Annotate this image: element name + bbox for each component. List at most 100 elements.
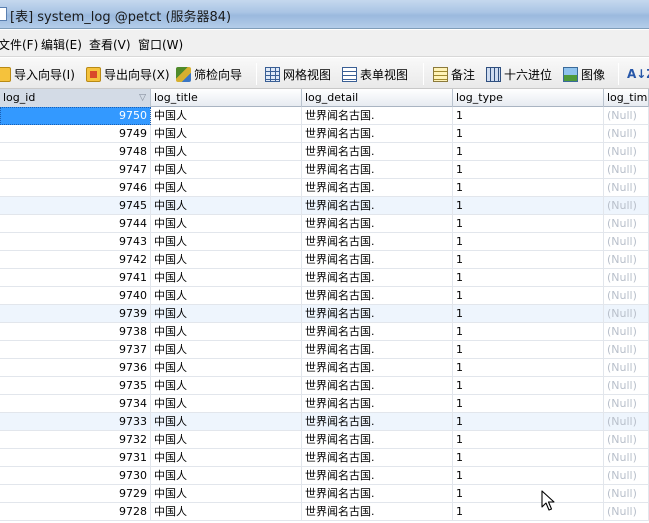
cell-log-title[interactable]: 中国人 [151, 233, 302, 251]
cell-log-type[interactable]: 1 [453, 431, 604, 449]
cell-log-title[interactable]: 中国人 [151, 377, 302, 395]
cell-log-title[interactable]: 中国人 [151, 179, 302, 197]
table-row[interactable]: 9741 中国人 世界闻名古国. 1 (Null) [0, 269, 649, 287]
table-row[interactable]: 9736 中国人 世界闻名古国. 1 (Null) [0, 359, 649, 377]
cell-log-time[interactable]: (Null) [604, 143, 649, 161]
cell-log-id[interactable]: 9731 [0, 449, 151, 467]
cell-log-time[interactable]: (Null) [604, 449, 649, 467]
cell-log-type[interactable]: 1 [453, 143, 604, 161]
table-row[interactable]: 9735 中国人 世界闻名古国. 1 (Null) [0, 377, 649, 395]
cell-log-detail[interactable]: 世界闻名古国. [302, 287, 453, 305]
cell-log-id[interactable]: 9732 [0, 431, 151, 449]
cell-log-time[interactable]: (Null) [604, 269, 649, 287]
cell-log-id[interactable]: 9730 [0, 467, 151, 485]
cell-log-id[interactable]: 9743 [0, 233, 151, 251]
cell-log-detail[interactable]: 世界闻名古国. [302, 323, 453, 341]
cell-log-time[interactable]: (Null) [604, 377, 649, 395]
cell-log-type[interactable]: 1 [453, 395, 604, 413]
cell-log-title[interactable]: 中国人 [151, 125, 302, 143]
table-row[interactable]: 9730 中国人 世界闻名古国. 1 (Null) [0, 467, 649, 485]
cell-log-title[interactable]: 中国人 [151, 287, 302, 305]
cell-log-type[interactable]: 1 [453, 305, 604, 323]
cell-log-id[interactable]: 9736 [0, 359, 151, 377]
cell-log-type[interactable]: 1 [453, 233, 604, 251]
table-row[interactable]: 9746 中国人 世界闻名古国. 1 (Null) [0, 179, 649, 197]
cell-log-time[interactable]: (Null) [604, 395, 649, 413]
image-button[interactable]: 图像 [563, 64, 605, 84]
import-wizard-button[interactable]: 导入向导(I) [0, 64, 75, 84]
cell-log-type[interactable]: 1 [453, 503, 604, 521]
cell-log-id[interactable]: 9737 [0, 341, 151, 359]
cell-log-title[interactable]: 中国人 [151, 449, 302, 467]
cell-log-title[interactable]: 中国人 [151, 395, 302, 413]
cell-log-id[interactable]: 9750 [0, 107, 151, 125]
sort-button[interactable]: A↓Z [627, 64, 649, 84]
cell-log-detail[interactable]: 世界闻名古国. [302, 431, 453, 449]
form-view-button[interactable]: 表单视图 [342, 64, 408, 84]
cell-log-title[interactable]: 中国人 [151, 359, 302, 377]
cell-log-type[interactable]: 1 [453, 341, 604, 359]
menu-file[interactable]: 文件(F) [0, 36, 38, 53]
cell-log-id[interactable]: 9735 [0, 377, 151, 395]
cell-log-id[interactable]: 9748 [0, 143, 151, 161]
table-row[interactable]: 9748 中国人 世界闻名古国. 1 (Null) [0, 143, 649, 161]
table-row[interactable]: 9740 中国人 世界闻名古国. 1 (Null) [0, 287, 649, 305]
cell-log-detail[interactable]: 世界闻名古国. [302, 251, 453, 269]
cell-log-time[interactable]: (Null) [604, 107, 649, 125]
cell-log-time[interactable]: (Null) [604, 467, 649, 485]
table-row[interactable]: 9739 中国人 世界闻名古国. 1 (Null) [0, 305, 649, 323]
column-header-log-type[interactable]: log_type [453, 89, 604, 107]
table-row[interactable]: 9733 中国人 世界闻名古国. 1 (Null) [0, 413, 649, 431]
menu-window[interactable]: 窗口(W) [138, 36, 183, 53]
cell-log-type[interactable]: 1 [453, 485, 604, 503]
cell-log-id[interactable]: 9729 [0, 485, 151, 503]
cell-log-title[interactable]: 中国人 [151, 215, 302, 233]
cell-log-type[interactable]: 1 [453, 215, 604, 233]
cell-log-title[interactable]: 中国人 [151, 251, 302, 269]
cell-log-type[interactable]: 1 [453, 449, 604, 467]
cell-log-detail[interactable]: 世界闻名古国. [302, 359, 453, 377]
cell-log-detail[interactable]: 世界闻名古国. [302, 215, 453, 233]
cell-log-detail[interactable]: 世界闻名古国. [302, 143, 453, 161]
cell-log-type[interactable]: 1 [453, 179, 604, 197]
cell-log-time[interactable]: (Null) [604, 323, 649, 341]
cell-log-time[interactable]: (Null) [604, 233, 649, 251]
cell-log-title[interactable]: 中国人 [151, 503, 302, 521]
cell-log-title[interactable]: 中国人 [151, 413, 302, 431]
cell-log-type[interactable]: 1 [453, 107, 604, 125]
cell-log-time[interactable]: (Null) [604, 341, 649, 359]
cell-log-detail[interactable]: 世界闻名古国. [302, 377, 453, 395]
grid-view-button[interactable]: 网格视图 [265, 64, 331, 84]
cell-log-id[interactable]: 9749 [0, 125, 151, 143]
cell-log-id[interactable]: 9739 [0, 305, 151, 323]
cell-log-time[interactable]: (Null) [604, 287, 649, 305]
cell-log-time[interactable]: (Null) [604, 485, 649, 503]
cell-log-detail[interactable]: 世界闻名古国. [302, 125, 453, 143]
table-row[interactable]: 9734 中国人 世界闻名古国. 1 (Null) [0, 395, 649, 413]
filter-wizard-button[interactable]: 筛检向导 [176, 64, 242, 84]
cell-log-time[interactable]: (Null) [604, 125, 649, 143]
cell-log-id[interactable]: 9744 [0, 215, 151, 233]
cell-log-time[interactable]: (Null) [604, 359, 649, 377]
cell-log-type[interactable]: 1 [453, 251, 604, 269]
cell-log-id[interactable]: 9747 [0, 161, 151, 179]
cell-log-type[interactable]: 1 [453, 287, 604, 305]
table-row[interactable]: 9747 中国人 世界闻名古国. 1 (Null) [0, 161, 649, 179]
cell-log-detail[interactable]: 世界闻名古国. [302, 179, 453, 197]
cell-log-type[interactable]: 1 [453, 359, 604, 377]
cell-log-time[interactable]: (Null) [604, 197, 649, 215]
cell-log-type[interactable]: 1 [453, 413, 604, 431]
cell-log-time[interactable]: (Null) [604, 179, 649, 197]
cell-log-detail[interactable]: 世界闻名古国. [302, 341, 453, 359]
cell-log-type[interactable]: 1 [453, 323, 604, 341]
cell-log-id[interactable]: 9741 [0, 269, 151, 287]
cell-log-detail[interactable]: 世界闻名古国. [302, 233, 453, 251]
column-header-log-title[interactable]: log_title [151, 89, 302, 107]
export-wizard-button[interactable]: 导出向导(X) [86, 64, 170, 84]
cell-log-title[interactable]: 中国人 [151, 341, 302, 359]
cell-log-detail[interactable]: 世界闻名古国. [302, 107, 453, 125]
table-row[interactable]: 9749 中国人 世界闻名古国. 1 (Null) [0, 125, 649, 143]
cell-log-detail[interactable]: 世界闻名古国. [302, 197, 453, 215]
cell-log-type[interactable]: 1 [453, 125, 604, 143]
memo-button[interactable]: 备注 [433, 64, 475, 84]
